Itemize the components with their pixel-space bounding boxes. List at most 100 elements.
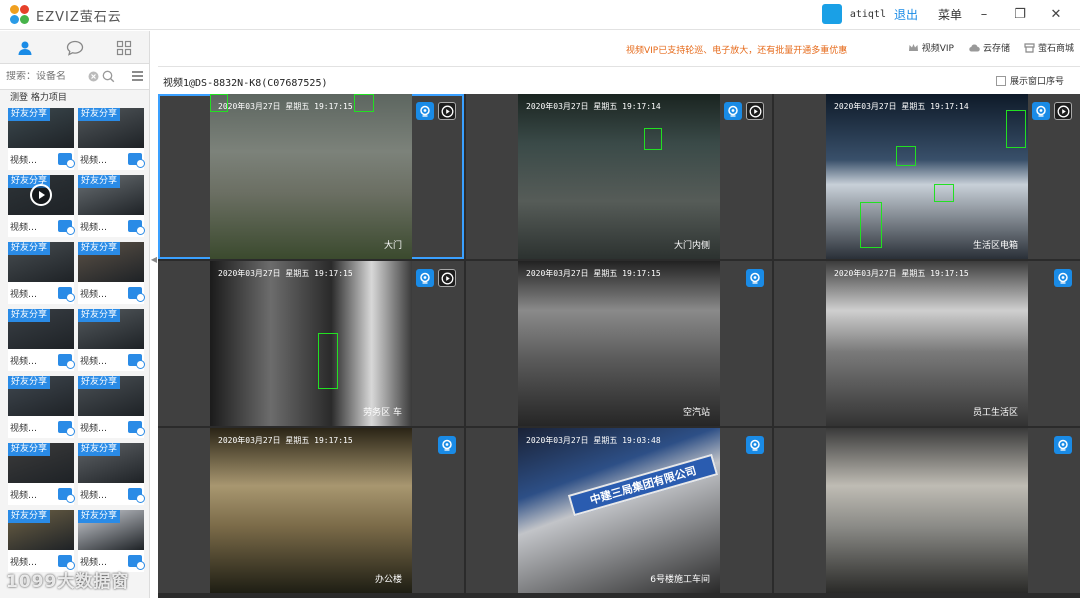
thumbnail-footer: 视频… — [78, 416, 145, 438]
share-tag: 好友分享 — [78, 309, 121, 322]
thumbnail-label: 视频… — [10, 557, 38, 568]
video-cell[interactable]: 2020年03月27日 星期五 19:17:15 办公楼 — [158, 428, 464, 593]
shared-device-icon[interactable] — [58, 555, 75, 570]
thumbnail-footer: 视频… — [78, 215, 145, 237]
device-thumbnail[interactable]: 好友分享 视频… — [78, 309, 145, 374]
tab-grid[interactable] — [99, 31, 149, 64]
shared-device-icon[interactable] — [128, 555, 145, 570]
shared-device-icon[interactable] — [58, 421, 75, 436]
camera-icon[interactable] — [438, 436, 456, 454]
camera-icon[interactable] — [416, 102, 434, 120]
device-thumbnail[interactable]: 好友分享 视频… — [8, 510, 75, 575]
collapse-sidebar-icon[interactable]: ◀ — [150, 255, 158, 269]
shared-device-icon[interactable] — [58, 354, 75, 369]
thumbnail-footer: 视频… — [8, 148, 75, 170]
cloud-icon — [969, 44, 980, 52]
thumbnail-label: 视频… — [80, 222, 108, 233]
playback-icon[interactable] — [1054, 102, 1072, 120]
shared-device-icon[interactable] — [128, 421, 145, 436]
thumbnail-footer: 视频… — [8, 416, 75, 438]
detection-box — [210, 94, 228, 112]
video-cell[interactable]: 2020年03月27日 星期五 19:03:48 6号楼施工车间 中建三局集团有限公… — [466, 428, 772, 593]
crown-icon — [908, 44, 918, 51]
shared-device-icon[interactable] — [128, 153, 145, 168]
timestamp-overlay: 2020年03月27日 星期五 19:17:14 — [834, 102, 969, 111]
camera-caption: 空汽站 — [682, 408, 710, 418]
thumbnail-label: 视频… — [80, 423, 108, 434]
show-index-label: 展示窗口序号 — [1009, 77, 1064, 87]
playback-icon[interactable] — [746, 102, 764, 120]
device-thumbnail[interactable]: 好友分享 视频… — [8, 108, 75, 173]
thumbnail-label: 视频… — [10, 490, 38, 501]
cloud-storage-link[interactable]: 云存储 — [968, 41, 1010, 54]
camera-icon[interactable] — [416, 269, 434, 287]
shared-device-icon[interactable] — [128, 287, 145, 302]
camera-icon[interactable] — [1032, 102, 1050, 120]
thumbnail-image: 好友分享 — [78, 309, 144, 349]
group-header[interactable]: 测登 格力项目 — [0, 90, 149, 104]
camera-icon[interactable] — [1054, 436, 1072, 454]
tab-contacts[interactable] — [0, 31, 50, 64]
device-thumbnail[interactable]: 好友分享 视频… — [78, 376, 145, 441]
camera-icon[interactable] — [724, 102, 742, 120]
search-icon[interactable] — [102, 70, 115, 83]
tab-messages[interactable] — [50, 31, 100, 64]
minimize-button[interactable]: – — [970, 7, 998, 22]
mall-link[interactable]: 萤石商城 — [1024, 41, 1074, 54]
share-tag: 好友分享 — [8, 309, 51, 322]
shared-device-icon[interactable] — [58, 488, 75, 503]
show-index-checkbox[interactable] — [995, 75, 1006, 86]
camera-icon[interactable] — [746, 269, 764, 287]
device-thumbnail[interactable]: 好友分享 视频… — [8, 175, 75, 240]
camera-frame — [826, 428, 1028, 593]
shared-device-icon[interactable] — [58, 287, 75, 302]
restore-button[interactable]: ❐ — [1006, 7, 1034, 22]
device-thumbnail[interactable]: 好友分享 视频… — [78, 175, 145, 240]
device-thumbnail[interactable]: 好友分享 视频… — [78, 242, 145, 307]
video-cell[interactable]: 2020年03月27日 星期五 19:17:14 生活区电箱 — [774, 94, 1080, 259]
timestamp-overlay: 2020年03月27日 星期五 19:17:15 — [218, 269, 353, 278]
device-thumbnail[interactable]: 好友分享 视频… — [8, 242, 75, 307]
shared-device-icon[interactable] — [128, 488, 145, 503]
timestamp-overlay: 2020年03月27日 星期五 19:17:15 — [218, 102, 353, 111]
video-cell[interactable] — [774, 428, 1080, 593]
device-thumbnail[interactable]: 好友分享 视频… — [78, 443, 145, 508]
camera-icon[interactable] — [746, 436, 764, 454]
cell-controls — [724, 102, 764, 120]
video-cell[interactable]: 2020年03月27日 星期五 19:17:15 空汽站 — [466, 261, 772, 426]
device-thumbnail[interactable]: 好友分享 视频… — [78, 510, 145, 575]
menu-button[interactable]: 菜单 — [938, 6, 962, 23]
device-thumbnail[interactable]: 好友分享 视频… — [78, 108, 145, 173]
video-cell[interactable]: 2020年03月27日 星期五 19:17:15 大门 — [158, 94, 464, 259]
camera-frame: 2020年03月27日 星期五 19:17:15 劳务区 车 — [210, 261, 412, 426]
search-input[interactable] — [6, 71, 86, 82]
close-button[interactable]: ✕ — [1042, 7, 1070, 22]
playback-icon[interactable] — [438, 102, 456, 120]
shared-device-icon[interactable] — [58, 220, 75, 235]
video-cell[interactable]: 2020年03月27日 星期五 19:17:15 劳务区 车 — [158, 261, 464, 426]
avatar[interactable] — [821, 4, 842, 24]
device-thumbnail[interactable]: 好友分享 视频… — [8, 443, 75, 508]
clear-icon[interactable] — [88, 71, 99, 82]
camera-frame: 2020年03月27日 星期五 19:17:15 员工生活区 — [826, 261, 1028, 426]
device-thumbnail[interactable]: 好友分享 视频… — [8, 309, 75, 374]
logout-link[interactable]: 退出 — [894, 6, 918, 23]
shared-device-icon[interactable] — [58, 153, 75, 168]
shared-device-icon[interactable] — [128, 220, 145, 235]
list-menu-icon[interactable] — [131, 70, 144, 82]
channel-header: 视频1@DS-8832N-K8(C07687525) 展示窗口序号 — [158, 68, 1080, 94]
vip-promo-link[interactable]: 视频VIP已支持轮巡、电子放大，还有批量开通多重优惠 — [626, 43, 847, 56]
camera-icon[interactable] — [1054, 269, 1072, 287]
vip-link[interactable]: 视频VIP — [908, 41, 954, 54]
camera-frame: 2020年03月27日 星期五 19:17:15 空汽站 — [518, 261, 720, 426]
play-icon[interactable] — [30, 184, 52, 206]
camera-caption: 大门内侧 — [673, 241, 710, 251]
video-cell[interactable]: 2020年03月27日 星期五 19:17:14 大门内侧 — [466, 94, 772, 259]
device-thumbnail[interactable]: 好友分享视频… — [8, 376, 75, 441]
cell-controls — [1054, 436, 1072, 454]
shared-device-icon[interactable] — [128, 354, 145, 369]
device-thumbnail-list: 好友分享 视频… 好友分享 视频… 好友分享 视频… 好友分享 视频… 好友分享 视频… 好友分享视… — [0, 104, 149, 575]
playback-icon[interactable] — [438, 269, 456, 287]
share-tag: 好友分享 — [8, 376, 51, 389]
video-cell[interactable]: 2020年03月27日 星期五 19:17:15 员工生活区 — [774, 261, 1080, 426]
